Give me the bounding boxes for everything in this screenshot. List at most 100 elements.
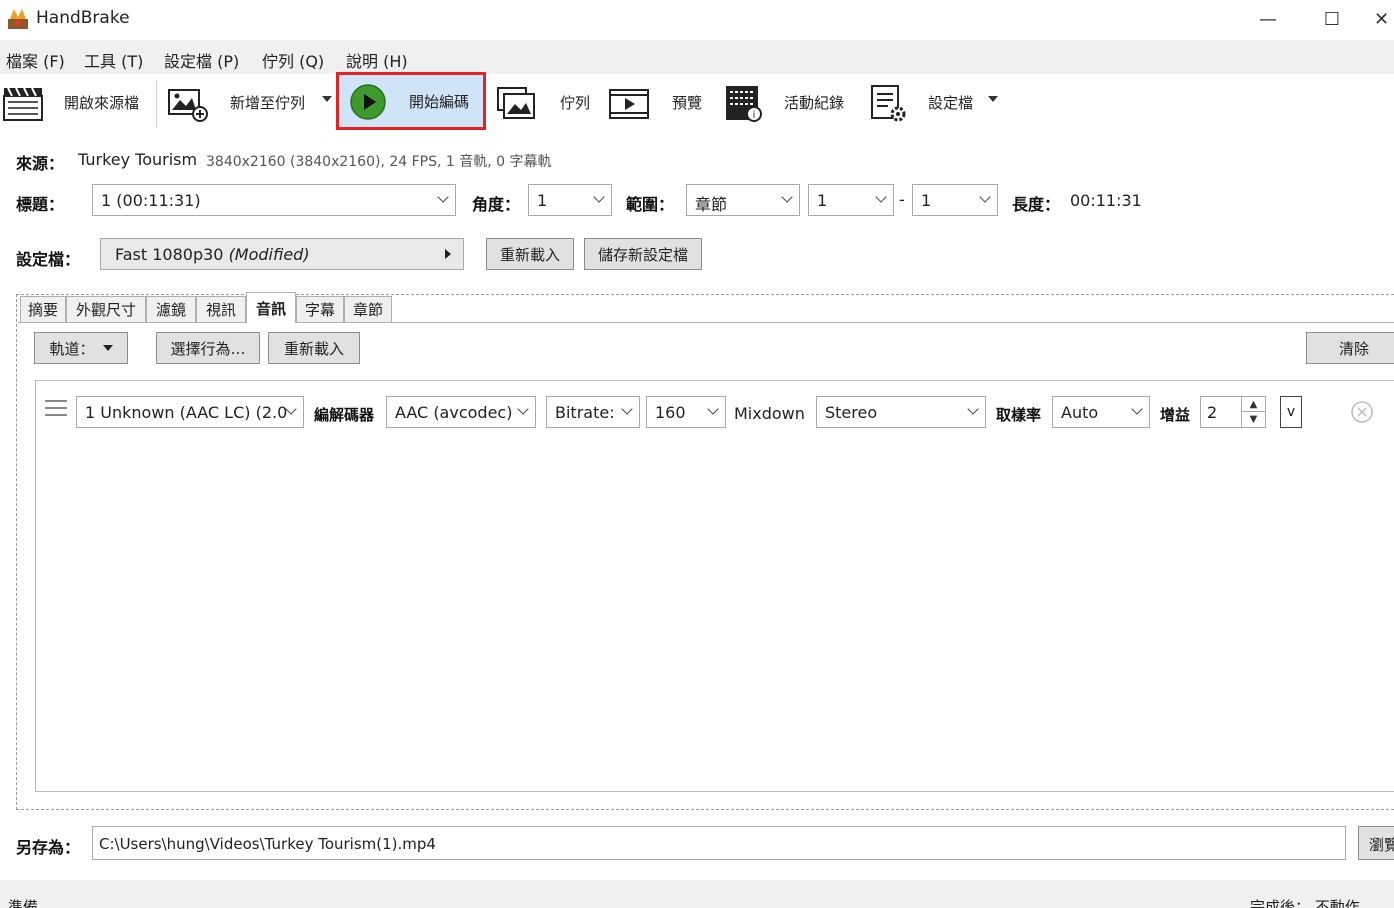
chevron-down-icon: [979, 191, 991, 203]
title-label: 標題：: [16, 195, 65, 214]
queue-button[interactable]: 佇列: [560, 92, 590, 113]
queue-icon[interactable]: [496, 84, 538, 124]
minimize-icon: —: [1259, 8, 1277, 30]
chevron-down-icon: [593, 191, 605, 203]
start-encode-button[interactable]: 開始編碼: [336, 72, 486, 130]
tab-filters[interactable]: 濾鏡: [146, 296, 196, 322]
range-label: 範圍：: [626, 195, 675, 214]
angle-label: 角度：: [472, 195, 521, 214]
activity-log-icon[interactable]: i: [722, 84, 764, 124]
presets-icon[interactable]: [868, 84, 910, 124]
tab-audio[interactable]: 音訊: [246, 292, 296, 323]
browse-button[interactable]: 瀏覽: [1358, 826, 1394, 860]
source-name: Turkey Tourism: [78, 150, 198, 169]
codec-label: 編解碼器: [314, 406, 375, 424]
tab-subtitles[interactable]: 字幕: [296, 296, 344, 322]
chevron-down-icon: [781, 191, 793, 203]
chevron-down-icon: [437, 191, 449, 203]
preset-label: 設定檔：: [16, 250, 81, 269]
tracks-button[interactable]: 軌道：: [34, 332, 128, 364]
presets-dropdown-icon[interactable]: [988, 96, 998, 102]
menu-tools[interactable]: 工具 (T): [84, 48, 143, 72]
menu-help[interactable]: 說明 (H): [346, 48, 408, 72]
window-title: HandBrake: [36, 8, 130, 28]
bitrate-select[interactable]: 160: [646, 396, 726, 428]
status-text: 準備: [8, 898, 39, 908]
codec-select[interactable]: AAC (avcodec): [386, 396, 536, 428]
samplerate-select[interactable]: Auto: [1052, 396, 1150, 428]
range-dash: -: [899, 190, 905, 209]
preset-modified: (Modified): [228, 245, 310, 264]
drag-handle-icon[interactable]: [45, 400, 67, 422]
mixdown-select[interactable]: Stereo: [816, 396, 986, 428]
gain-label: 增益: [1160, 406, 1191, 424]
gain-value: 2: [1207, 403, 1218, 422]
reload-tracks-button[interactable]: 重新載入: [268, 332, 360, 364]
save-as-label: 另存為：: [16, 838, 81, 857]
save-as-path-input[interactable]: C:\Users\hung\Videos\Turkey Tourism(1).m…: [92, 826, 1346, 860]
spin-down-icon[interactable]: ▼: [1242, 412, 1265, 427]
reload-preset-button[interactable]: 重新載入: [486, 238, 574, 270]
audio-track-list: [35, 380, 1394, 792]
menu-bar: 檔案 (F) 工具 (T) 設定檔 (P) 佇列 (Q) 說明 (H): [0, 40, 1394, 74]
svg-text:i: i: [753, 110, 756, 121]
mixdown-label: Mixdown: [734, 404, 805, 423]
chevron-right-icon: [445, 249, 451, 259]
range-end-select[interactable]: 1: [912, 184, 998, 216]
chevron-down-icon: [1131, 403, 1143, 415]
menu-presets[interactable]: 設定檔 (P): [164, 48, 239, 72]
start-encode-label: 開始編碼: [409, 93, 470, 111]
select-behavior-button[interactable]: 選擇行為…: [156, 332, 260, 364]
range-start-select[interactable]: 1: [808, 184, 894, 216]
title-bar: HandBrake — ☐ ✕: [0, 0, 1394, 38]
tab-summary[interactable]: 摘要: [20, 296, 66, 322]
source-label: 來源：: [16, 154, 65, 173]
chevron-down-icon: [967, 403, 979, 415]
menu-queue[interactable]: 佇列 (Q): [262, 48, 324, 72]
add-queue-dropdown-icon[interactable]: [322, 96, 332, 102]
clear-tracks-button[interactable]: 清除: [1306, 332, 1394, 364]
remove-track-icon[interactable]: [1350, 400, 1374, 424]
status-bar: 準備 完成後： 不動作: [0, 880, 1394, 908]
when-done-status[interactable]: 完成後： 不動作: [1250, 896, 1360, 908]
tab-video[interactable]: 視訊: [196, 296, 246, 322]
chevron-down-icon: [707, 403, 719, 415]
track-source-select[interactable]: 1 Unknown (AAC LC) (2.0: [76, 396, 304, 428]
preview-icon[interactable]: [608, 84, 650, 124]
play-icon: [350, 84, 386, 120]
duration-value: 00:11:31: [1070, 191, 1142, 210]
chevron-down-icon: [621, 403, 633, 415]
preset-select[interactable]: Fast 1080p30 (Modified): [100, 238, 464, 270]
tab-chapters[interactable]: 章節: [344, 296, 392, 322]
clapperboard-icon[interactable]: [2, 84, 44, 124]
caret-down-icon: [102, 345, 113, 351]
duration-label: 長度：: [1012, 195, 1061, 214]
close-button[interactable]: ✕: [1374, 4, 1394, 34]
open-source-button[interactable]: 開啟來源檔: [64, 92, 139, 113]
add-to-queue-button[interactable]: 新增至佇列: [230, 92, 305, 113]
handbrake-logo-icon: [8, 9, 28, 29]
bitrate-mode-select[interactable]: Bitrate:: [546, 396, 640, 428]
maximize-button[interactable]: ☐: [1312, 4, 1352, 34]
tab-dimensions[interactable]: 外觀尺寸: [66, 296, 146, 322]
tracks-label: 軌道：: [49, 339, 95, 358]
toolbar-separator: [156, 80, 157, 128]
maximize-icon: ☐: [1323, 8, 1341, 30]
gain-spinner[interactable]: 2 ▲ ▼: [1200, 396, 1266, 428]
minimize-button[interactable]: —: [1248, 4, 1288, 34]
preset-value: Fast 1080p30: [115, 245, 224, 264]
presets-button[interactable]: 設定檔: [928, 92, 973, 113]
save-new-preset-button[interactable]: 儲存新設定檔: [584, 238, 702, 270]
title-select[interactable]: 1 (00:11:31): [92, 184, 456, 216]
spin-up-icon[interactable]: ▲: [1242, 397, 1265, 412]
activity-log-button[interactable]: 活動紀錄: [784, 92, 844, 113]
range-type-select[interactable]: 章節: [686, 184, 800, 216]
add-queue-icon[interactable]: [166, 84, 208, 124]
close-icon: ✕: [1374, 8, 1390, 30]
preview-button[interactable]: 預覽: [672, 92, 702, 113]
samplerate-label: 取樣率: [996, 406, 1042, 424]
track-options-toggle[interactable]: v: [1280, 396, 1302, 428]
toolbar: 開啟來源檔 新增至佇列 佇列 預覽 i 活動紀錄 設定檔: [0, 74, 1394, 132]
angle-select[interactable]: 1: [528, 184, 612, 216]
menu-file[interactable]: 檔案 (F): [6, 48, 65, 72]
